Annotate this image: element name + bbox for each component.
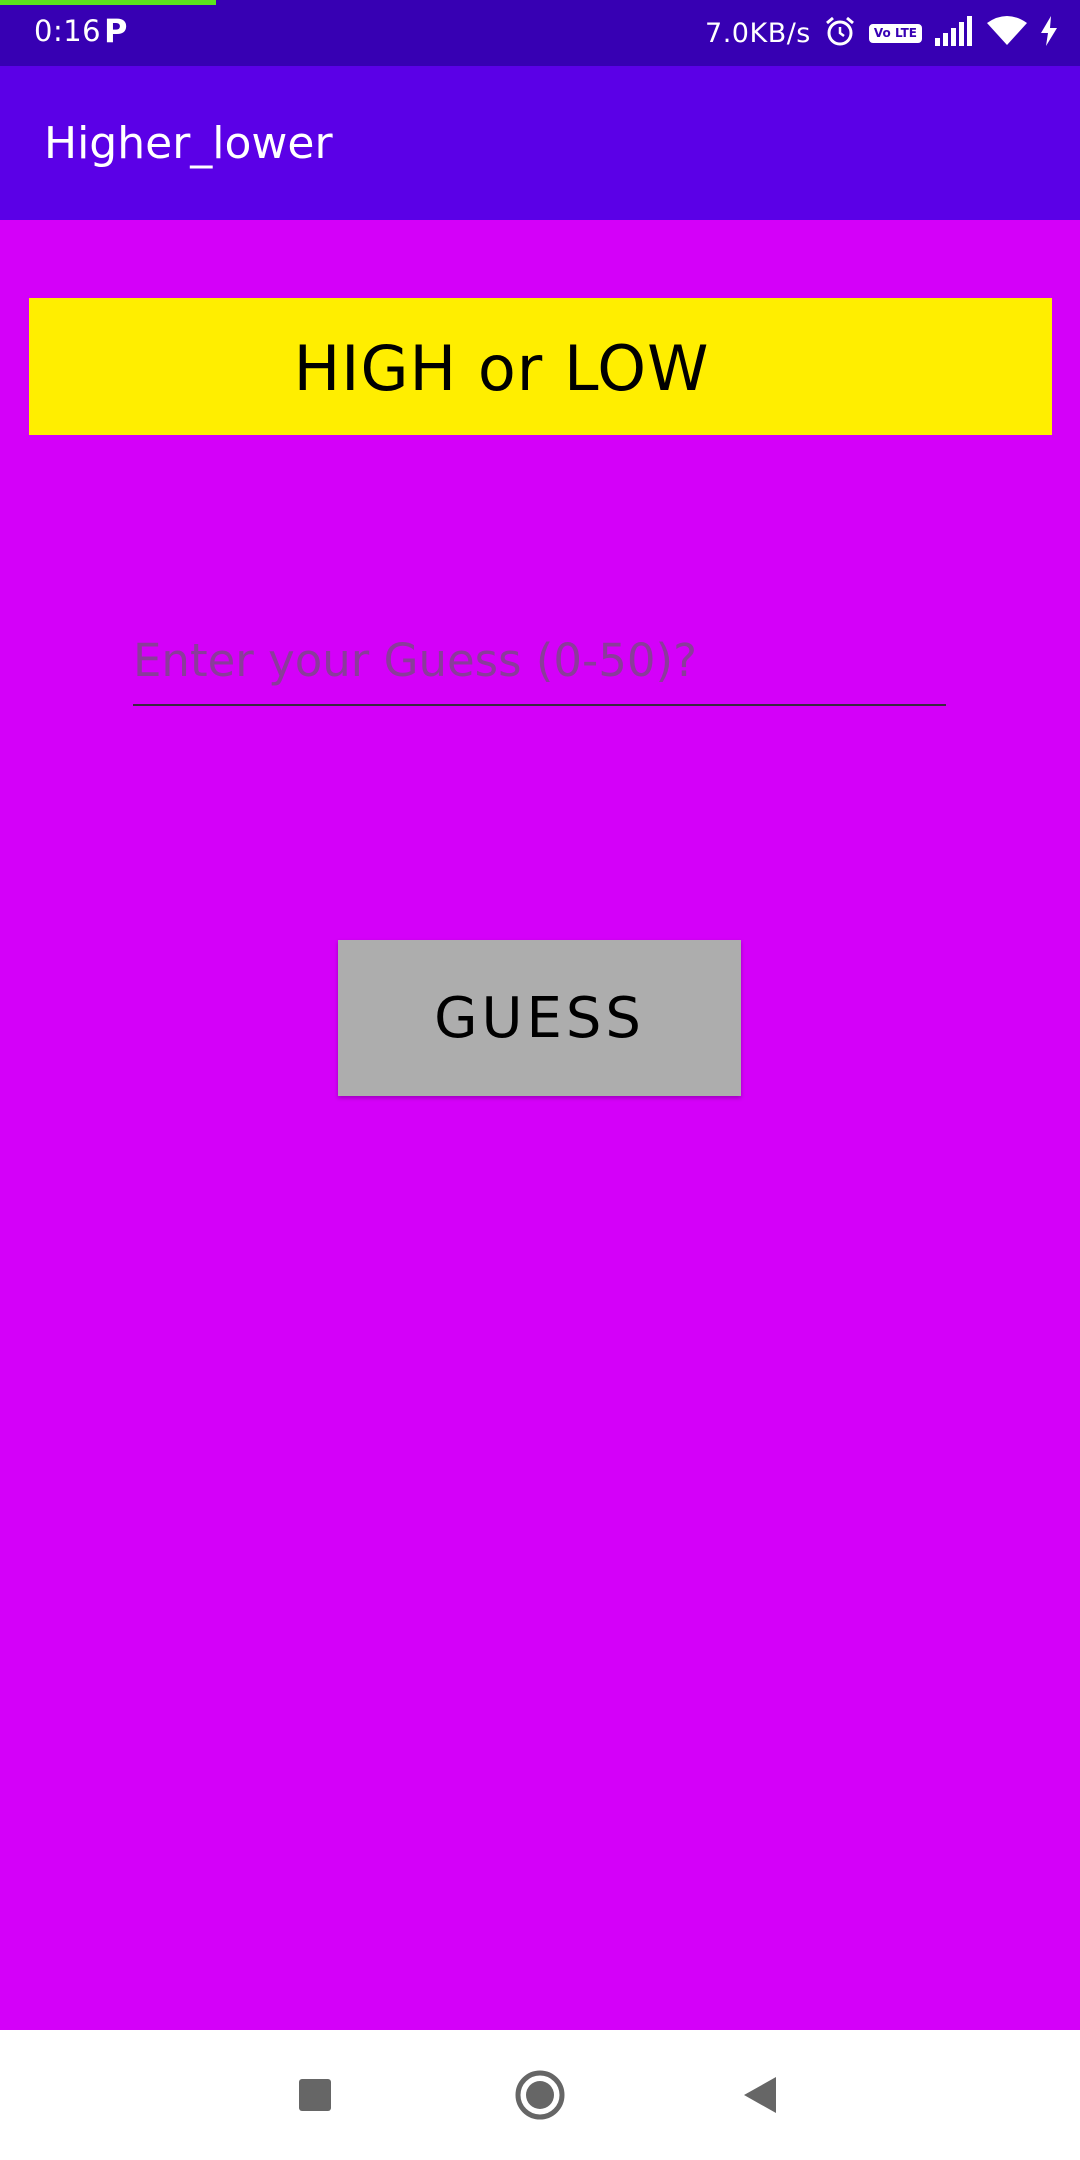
home-button[interactable] [495,2030,585,2160]
alarm-icon [823,14,857,52]
wifi-icon [986,15,1028,51]
recents-button[interactable] [270,2030,360,2160]
network-speed: 7.0KB/s [705,17,811,49]
recents-icon [299,2079,331,2111]
charging-icon [1040,16,1058,50]
navigation-bar [0,2030,1080,2160]
app-title: Higher_lower [44,118,333,169]
status-icons: 7.0KB/s Vo LTE [705,12,1058,54]
clock: 0:16 [34,14,102,48]
guess-input[interactable] [133,616,946,704]
guess-button[interactable]: GUESS [338,940,741,1096]
guess-input-field[interactable] [133,616,946,706]
banner-title: HIGH or LOW [293,332,710,405]
loading-indicator [0,0,216,5]
back-button[interactable] [715,2030,805,2160]
home-icon [515,2070,565,2120]
notification-icon: P [104,12,128,50]
signal-icon [934,16,974,50]
status-bar: 0:16 P 7.0KB/s Vo LTE [0,0,1080,66]
back-icon [744,2077,776,2113]
volte-icon: Vo LTE [868,23,922,43]
app-bar: Higher_lower [0,66,1080,220]
title-banner: HIGH or LOW [29,298,1052,435]
